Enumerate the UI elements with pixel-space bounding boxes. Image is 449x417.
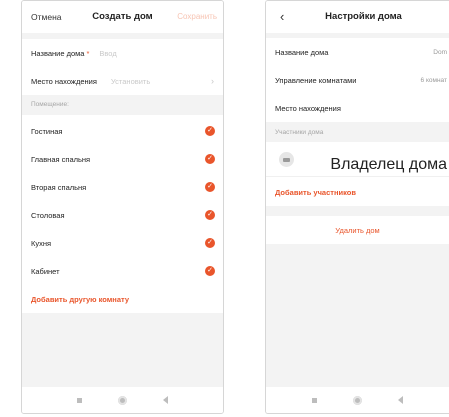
home-name-input[interactable]: Ввод [99,49,116,58]
divider [266,206,449,216]
room-name: Столовая [31,210,65,220]
add-members-button[interactable]: Добавить участников [275,188,356,197]
nav-home-icon[interactable] [118,395,127,405]
room-count-value: 6 комнат [420,76,447,84]
home-name-label: Название дома [275,47,329,57]
nav-square-icon[interactable] [312,397,317,403]
required-mark: * [86,48,90,58]
location-row[interactable]: Место нахождения [266,94,449,122]
rooms-section-label: Помещение: [31,101,69,108]
check-icon[interactable]: ✓ [205,154,215,164]
members-section-header: Участники дома [266,122,449,142]
empty-area [22,313,223,387]
avatar-icon [279,152,294,167]
home-name-value: Dom [433,48,447,56]
room-name: Гостиная [31,126,63,136]
room-item[interactable]: Гостиная ✓ [22,117,223,145]
empty-area [266,244,449,387]
add-room-row: Добавить другую комнату [22,285,223,313]
delete-home-row: Удалить дом [266,216,449,244]
add-room-button[interactable]: Добавить другую комнату [31,295,129,304]
android-nav-bar [266,387,449,413]
check-icon[interactable]: ✓ [205,210,215,220]
room-name: Кухня [31,238,52,248]
room-item[interactable]: Вторая спальня ✓ [22,173,223,201]
home-name-label: Название дома [31,48,85,58]
nav-home-icon[interactable] [353,395,362,405]
room-name: Вторая спальня [31,182,87,192]
member-row[interactable]: Владелец дома [266,142,449,176]
home-settings-screen: ‹ Настройки дома Название дома Dom Управ… [265,0,449,414]
save-button[interactable]: Сохранить [177,1,217,33]
add-members-row: Добавить участников [266,176,449,207]
room-name: Кабинет [31,266,60,276]
create-home-header: Отмена Создать дом Сохранить [22,1,223,33]
room-item[interactable]: Кабинет ✓ [22,257,223,285]
check-icon[interactable]: ✓ [205,126,215,136]
chevron-right-icon: › [211,76,214,86]
member-role: Владелец дома [330,156,447,173]
delete-home-button[interactable]: Удалить дом [266,226,449,235]
room-item[interactable]: Кухня ✓ [22,229,223,257]
nav-back-icon[interactable] [163,396,168,404]
room-item[interactable]: Столовая ✓ [22,201,223,229]
location-row[interactable]: Место нахождения Установить › [22,67,223,95]
rooms-section-header: Помещение: [22,95,223,115]
page-title: Настройки дома [325,11,402,22]
check-icon[interactable]: ✓ [205,238,215,248]
location-set-link[interactable]: Установить [111,77,150,86]
check-icon[interactable]: ✓ [205,266,215,276]
room-management-row[interactable]: Управление комнатами 6 комнат [266,66,449,94]
home-name-field[interactable]: Название дома * Ввод [22,39,223,67]
room-management-label: Управление комнатами [275,75,357,85]
nav-back-icon[interactable] [398,396,403,404]
room-item[interactable]: Главная спальня ✓ [22,145,223,173]
create-home-screen: Отмена Создать дом Сохранить Название до… [21,0,224,414]
android-nav-bar [22,387,223,413]
room-name: Главная спальня [31,154,91,164]
check-icon[interactable]: ✓ [205,182,215,192]
location-label: Место нахождения [31,76,97,86]
members-section-label: Участники дома [275,129,324,136]
home-settings-header: ‹ Настройки дома [266,1,449,33]
home-name-row[interactable]: Название дома Dom [266,38,449,66]
nav-square-icon[interactable] [77,397,82,403]
location-label: Место нахождения [275,103,341,113]
